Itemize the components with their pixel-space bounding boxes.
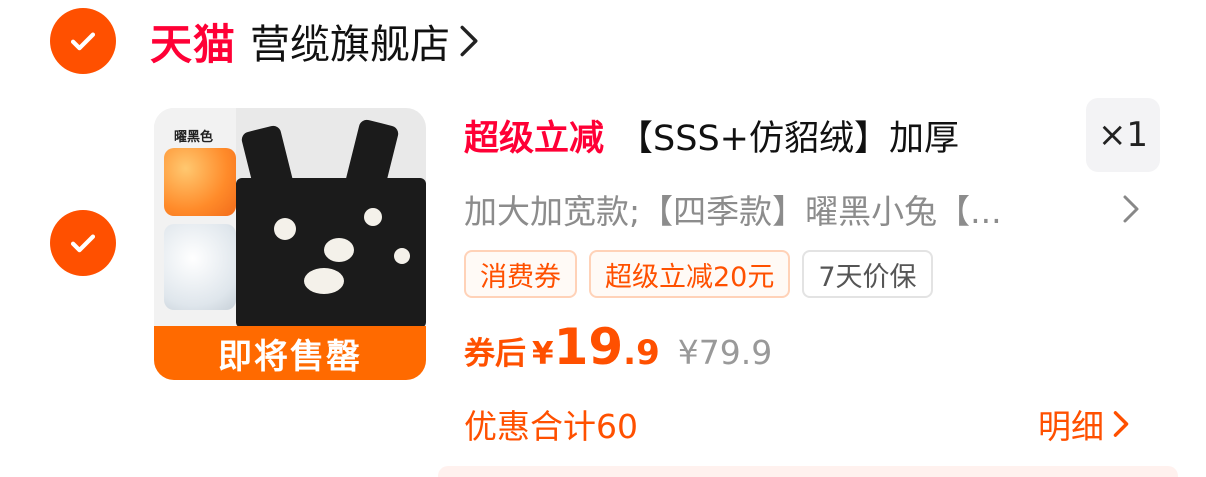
product-thumbnail[interactable]: 曜黑色 即将售罄 xyxy=(154,108,426,380)
detail-link-label: 明细 xyxy=(1038,407,1104,446)
next-section-edge xyxy=(438,466,1178,477)
thumbnail-color-label: 曜黑色 xyxy=(174,130,214,145)
fabric-swatch-orange xyxy=(164,148,236,216)
item-select-checkbox[interactable] xyxy=(50,210,116,276)
sku-selector[interactable]: 加大加宽款;【四季款】曜黑小兔【... xyxy=(464,184,1154,234)
price-decimal: .9 xyxy=(623,333,660,373)
price-integer: 19 xyxy=(553,318,624,376)
mat-pattern-dot xyxy=(394,248,410,264)
price-currency: ¥ xyxy=(532,336,554,372)
quantity-button[interactable]: ×1 xyxy=(1086,98,1160,172)
sku-text: 加大加宽款;【四季款】曜黑小兔【... xyxy=(464,192,1002,231)
promo-tags: 消费券 超级立减20元 7天价保 xyxy=(464,250,933,298)
price: 券后 ¥ 19 .9 ¥79.9 xyxy=(464,318,772,388)
chevron-right-icon xyxy=(1123,195,1139,223)
tag-super-discount: 超级立减20元 xyxy=(589,250,791,298)
check-icon xyxy=(70,234,96,253)
mat-pattern-dot xyxy=(274,218,296,240)
product-title[interactable]: 超级立减 【SSS+仿貂绒】加厚 xyxy=(464,110,1064,160)
tag-consumer-coupon: 消费券 xyxy=(464,250,577,298)
check-icon xyxy=(70,32,96,51)
discount-detail-link[interactable]: 明细 xyxy=(1038,400,1130,448)
tmall-logo: 天猫 xyxy=(150,19,237,69)
price-label: 券后 xyxy=(464,336,526,372)
mat-pattern-dot xyxy=(304,268,344,294)
mat-pattern-dot xyxy=(324,238,354,262)
discount-total: 优惠合计60 xyxy=(464,407,638,446)
mat-pattern-dot xyxy=(364,208,382,226)
store-header[interactable]: 天猫 营缆旗舰店 xyxy=(150,6,480,76)
store-name[interactable]: 营缆旗舰店 xyxy=(250,12,450,70)
promo-tag: 超级立减 xyxy=(464,118,605,159)
store-select-checkbox[interactable] xyxy=(50,8,116,74)
sold-out-soon-banner: 即将售罄 xyxy=(154,326,426,380)
chevron-right-icon xyxy=(1113,411,1129,437)
original-price: ¥79.9 xyxy=(677,333,773,372)
tag-price-protection: 7天价保 xyxy=(802,250,933,298)
product-title-text: 【SSS+仿貂绒】加厚 xyxy=(618,118,959,159)
fabric-swatch-white xyxy=(164,224,236,310)
chevron-right-icon[interactable] xyxy=(458,24,480,58)
